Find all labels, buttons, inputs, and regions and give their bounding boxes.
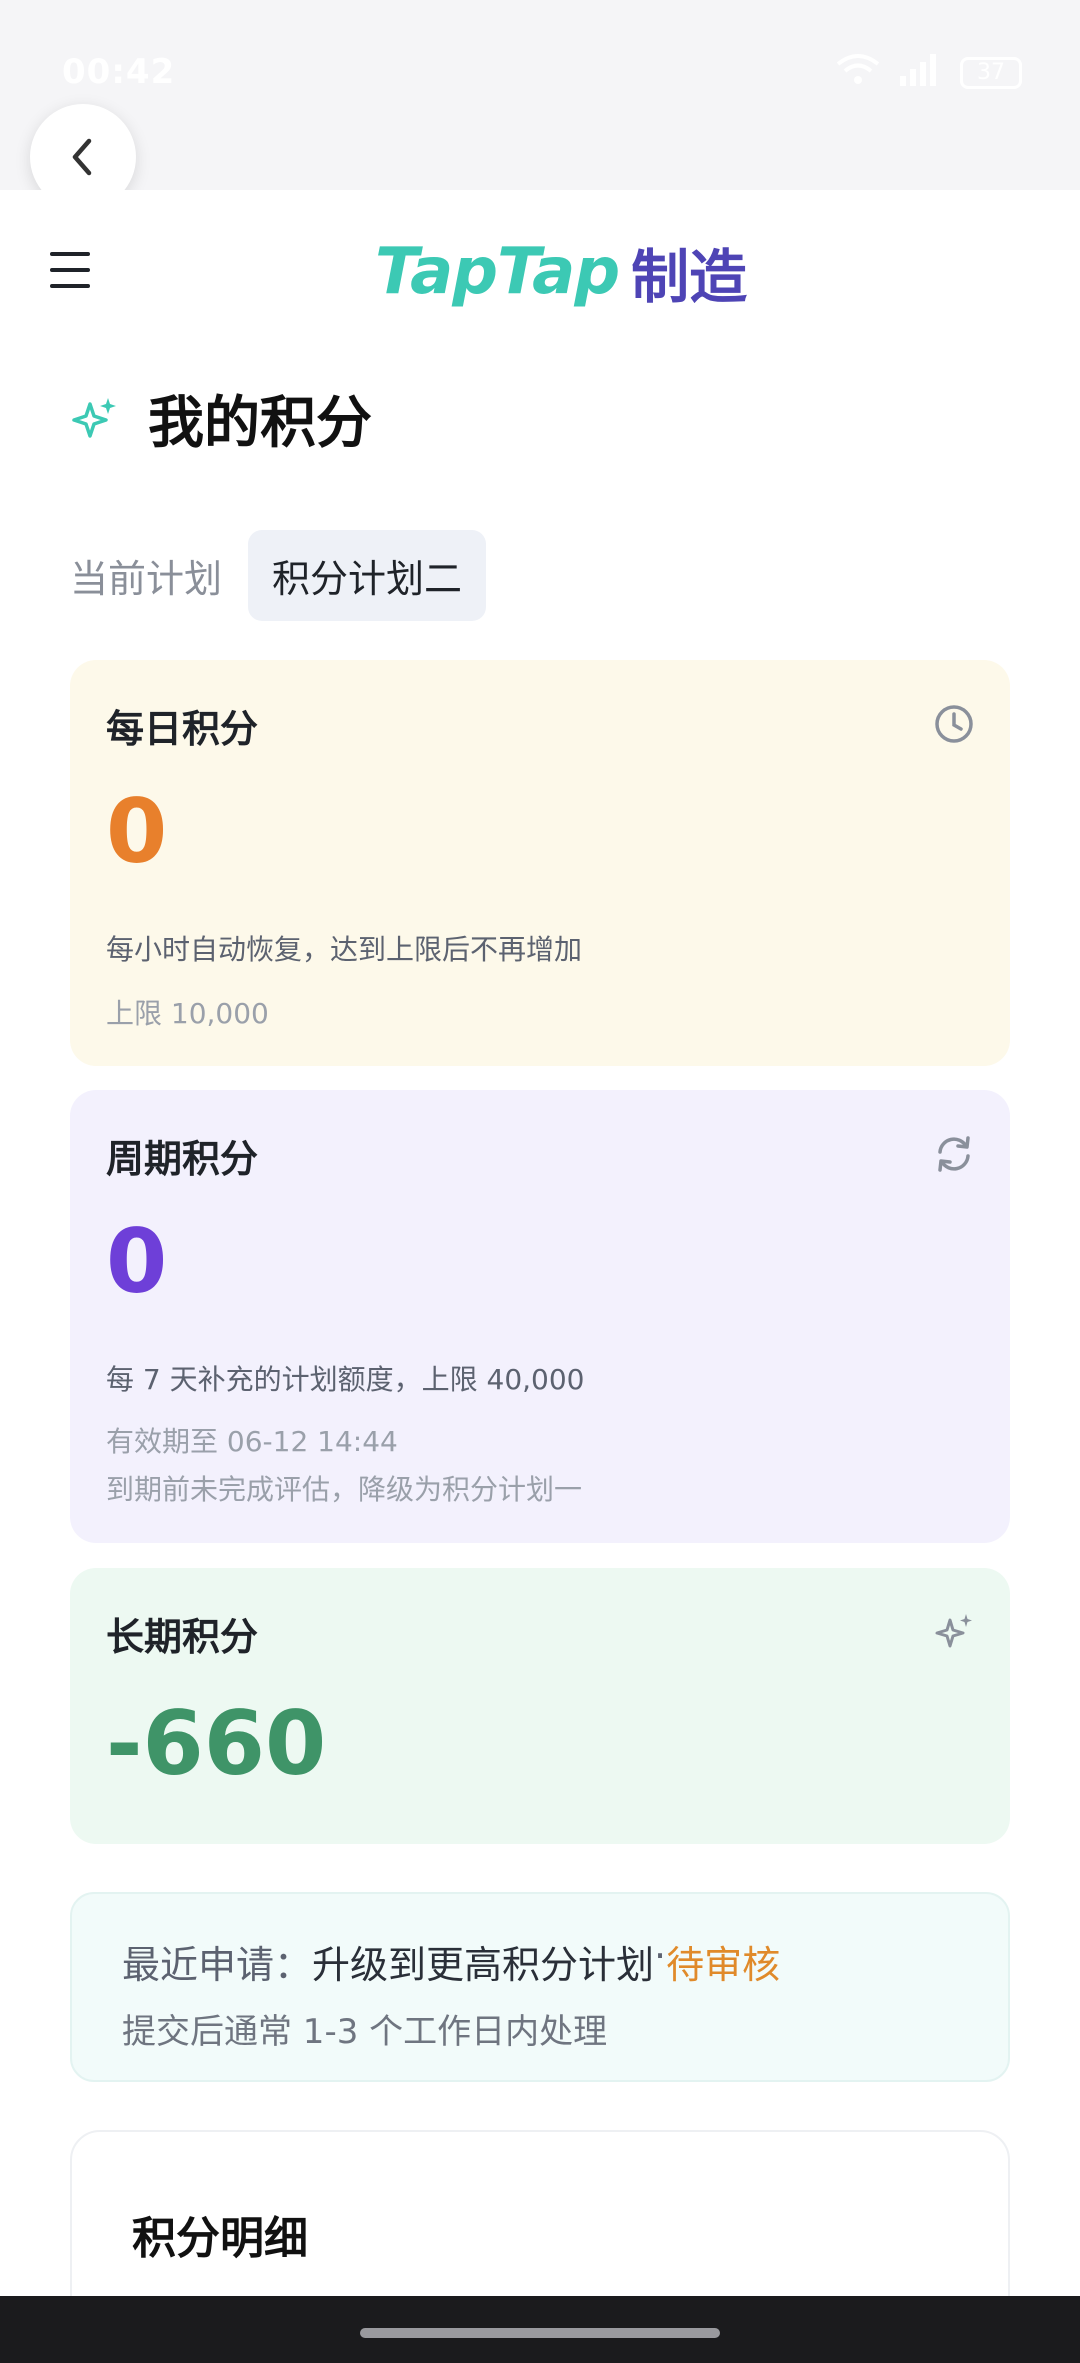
signal-icon (898, 52, 942, 94)
chevron-left-icon (72, 138, 92, 176)
app-header: TapTap 制造 (0, 190, 1080, 360)
daily-points-desc: 每小时自动恢复，达到上限后不再增加 (106, 933, 583, 966)
logo-main-text: TapTap (375, 235, 620, 309)
wifi-icon (836, 52, 880, 94)
period-points-warning: 到期前未完成评估，降级为积分计划一 (106, 1473, 583, 1506)
longterm-points-card: 长期积分 -660 (70, 1568, 1010, 1844)
status-bar: 00:42 37 (0, 0, 1080, 190)
plan-row: 当前计划 积分计划二 (70, 530, 487, 621)
daily-points-card: 每日积分 0 每小时自动恢复，达到上限后不再增加 上限 10,000 (70, 660, 1010, 1066)
longterm-points-value: -660 (106, 1692, 327, 1795)
card-title: 周期积分 (106, 1137, 259, 1181)
page-title-row: 我的积分 (70, 378, 372, 459)
status-time: 00:42 (62, 52, 176, 92)
recent-request-separator: · (654, 1934, 667, 1978)
clock-icon (935, 705, 973, 743)
sparkle-icon (935, 1614, 972, 1648)
points-detail-title: 积分明细 (132, 2213, 308, 2264)
sparkle-icon (72, 397, 116, 438)
recent-request-line: 最近申请： 升级到更高积分计划 · 待审核 (122, 1934, 780, 1989)
daily-points-value: 0 (106, 780, 168, 883)
plan-chip[interactable]: 积分计划二 (248, 530, 487, 621)
daily-points-limit: 上限 10,000 (106, 997, 269, 1030)
status-icons: 37 (836, 52, 1022, 94)
page-title: 我的积分 (148, 391, 372, 456)
menu-icon[interactable] (50, 252, 90, 288)
period-points-desc: 每 7 天补充的计划额度，上限 40,000 (106, 1363, 585, 1396)
recent-request-notice[interactable]: 最近申请： 升级到更高积分计划 · 待审核 提交后通常 1-3 个工作日内处理 (70, 1892, 1010, 2082)
card-title: 长期积分 (106, 1615, 259, 1659)
refresh-icon (938, 1136, 970, 1172)
home-indicator[interactable] (360, 2328, 720, 2338)
recent-request-name: 升级到更高积分计划 (312, 1943, 655, 1987)
system-nav-bar (0, 2296, 1080, 2363)
period-points-expiry: 有效期至 06-12 14:44 (106, 1425, 398, 1458)
recent-request-hint: 提交后通常 1-3 个工作日内处理 (122, 2012, 608, 2052)
plan-label: 当前计划 (70, 557, 223, 601)
logo-sub-text: 制造 (631, 243, 748, 311)
card-title: 每日积分 (106, 707, 259, 751)
recent-request-prefix: 最近申请： (122, 1943, 313, 1987)
period-points-card: 周期积分 0 每 7 天补充的计划额度，上限 40,000 有效期至 06-12… (70, 1090, 1010, 1543)
battery-icon: 37 (960, 57, 1022, 89)
app-logo: TapTap 制造 (375, 230, 747, 314)
status-badge: 待审核 (666, 1943, 781, 1987)
period-points-value: 0 (106, 1210, 168, 1313)
